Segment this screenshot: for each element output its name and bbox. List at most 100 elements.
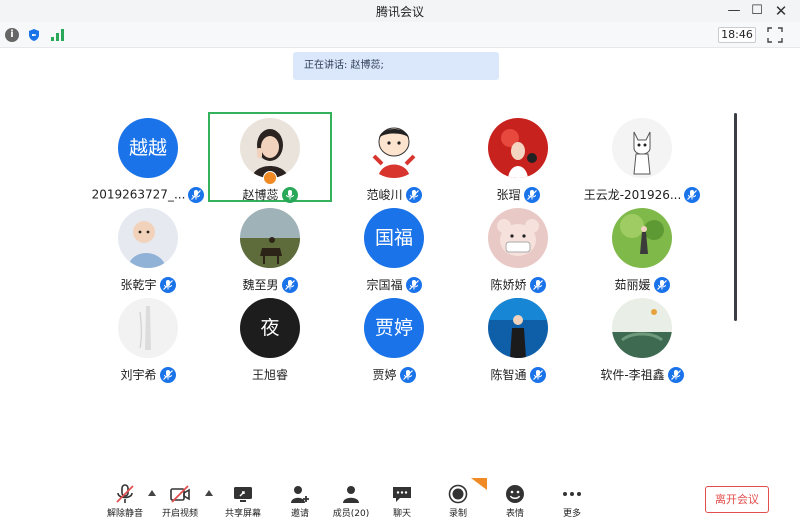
premium-tag-icon — [471, 478, 487, 490]
avatar: 夜 — [240, 298, 300, 358]
mic-muted-icon — [116, 484, 134, 503]
title-bar: 腾讯会议 — ☐ ✕ — [0, 0, 800, 22]
participant-tile[interactable]: 茹丽媛 — [580, 202, 704, 293]
mic-muted-icon — [529, 366, 546, 383]
mic-muted-icon — [188, 186, 205, 203]
participant-name: 陈娇娇 — [490, 278, 527, 292]
avatar — [488, 208, 548, 268]
emoji-icon — [506, 485, 524, 503]
participant-tile[interactable]: 软件-李祖鑫 — [580, 292, 704, 383]
participant-tile[interactable]: 贾婷 贾婷 — [332, 292, 456, 383]
mic-active-icon — [281, 186, 298, 203]
mic-muted-icon — [684, 186, 701, 203]
caret-up-icon[interactable] — [205, 490, 213, 496]
participant-name: 王旭睿 — [251, 368, 288, 382]
participant-tile[interactable]: 张瑁 — [456, 112, 580, 203]
invite-button[interactable]: 邀请 — [278, 477, 322, 521]
chat-button[interactable]: 聊天 — [380, 477, 424, 521]
avatar — [364, 118, 424, 178]
host-badge-icon — [263, 171, 277, 185]
participant-name: 宗国福 — [366, 278, 403, 292]
participant-tile-active-speaker[interactable]: 赵博蕊 — [208, 112, 332, 203]
start-video-label: 开启视频 — [161, 509, 198, 519]
mic-muted-icon — [529, 276, 546, 293]
meeting-clock: 18:46 — [718, 27, 756, 43]
reactions-label: 表情 — [505, 509, 524, 519]
participant-name: 魏至男 — [242, 278, 279, 292]
camera-off-icon — [170, 485, 190, 503]
participant-name: 王云龙-201926... — [583, 188, 682, 202]
close-icon[interactable]: ✕ — [770, 1, 792, 21]
avatar — [118, 208, 178, 268]
record-label: 录制 — [448, 509, 467, 519]
participant-tile[interactable]: 越越 2019263727_... — [86, 112, 210, 203]
reactions-button[interactable]: 表情 — [493, 477, 537, 521]
participant-name: 赵博蕊 — [242, 188, 279, 202]
avatar — [488, 118, 548, 178]
participant-tile[interactable]: 张乾宇 — [86, 202, 210, 293]
leave-meeting-button[interactable]: 离开会议 — [705, 486, 769, 513]
more-label: 更多 — [562, 509, 581, 519]
avatar: 国福 — [364, 208, 424, 268]
members-button[interactable]: 成员(20) — [329, 477, 373, 521]
meeting-toolbar: 解除静音 开启视频 共享屏幕 邀请 成员(20) 聊天 录制 表情 更多 — [0, 477, 800, 521]
invite-user-icon — [291, 486, 309, 503]
mic-muted-icon — [523, 186, 540, 203]
mic-muted-icon — [159, 276, 176, 293]
avatar — [612, 118, 672, 178]
participant-name: 贾婷 — [372, 368, 397, 382]
mic-muted-icon — [281, 276, 298, 293]
members-label: 成员(20) — [332, 509, 370, 519]
participant-tile[interactable]: 刘宇希 — [86, 292, 210, 383]
participant-name: 茹丽媛 — [614, 278, 651, 292]
share-screen-icon — [234, 487, 252, 502]
avatar — [240, 208, 300, 268]
participant-tile[interactable]: 范峻川 — [332, 112, 456, 203]
avatar — [488, 298, 548, 358]
fullscreen-icon[interactable] — [767, 27, 783, 43]
avatar — [240, 118, 300, 178]
participant-name: 刘宇希 — [120, 368, 157, 382]
avatar: 贾婷 — [364, 298, 424, 358]
mic-muted-icon — [405, 186, 422, 203]
participant-tile[interactable]: 陈智通 — [456, 292, 580, 383]
shield-icon[interactable] — [27, 28, 41, 42]
participant-name: 张乾宇 — [120, 278, 157, 292]
share-screen-label: 共享屏幕 — [224, 509, 261, 519]
participant-tile[interactable]: 魏至男 — [208, 202, 332, 293]
gallery-scrollbar[interactable] — [734, 113, 737, 321]
participant-tile[interactable]: 王云龙-201926... — [580, 112, 704, 203]
maximize-icon[interactable]: ☐ — [746, 1, 768, 21]
record-icon — [448, 484, 468, 504]
participant-name: 2019263727_... — [91, 187, 186, 202]
unmute-label: 解除静音 — [106, 509, 143, 519]
chat-label: 聊天 — [392, 509, 411, 519]
start-video-button[interactable]: 开启视频 — [158, 477, 202, 521]
share-screen-button[interactable]: 共享屏幕 — [221, 477, 265, 521]
more-button[interactable]: 更多 — [550, 477, 594, 521]
avatar — [118, 298, 178, 358]
mic-muted-icon — [159, 366, 176, 383]
invite-label: 邀请 — [290, 509, 309, 519]
avatar — [612, 208, 672, 268]
mic-muted-icon — [667, 366, 684, 383]
participant-name: 张瑁 — [496, 188, 521, 202]
participant-name: 陈智通 — [490, 368, 527, 382]
avatar: 越越 — [118, 118, 178, 178]
chat-icon — [393, 487, 411, 502]
signal-icon[interactable] — [50, 29, 66, 41]
avatar — [612, 298, 672, 358]
unmute-button[interactable]: 解除静音 — [103, 477, 147, 521]
window-title: 腾讯会议 — [375, 5, 424, 19]
participant-tile[interactable]: 夜 王旭睿 — [208, 292, 332, 382]
speaking-banner: 正在讲话: 赵博蕊; — [293, 52, 499, 80]
mic-muted-icon — [399, 366, 416, 383]
participant-tile[interactable]: 国福 宗国福 — [332, 202, 456, 293]
info-icon[interactable]: i — [5, 28, 19, 42]
participant-tile[interactable]: 陈娇娇 — [456, 202, 580, 293]
more-dots-icon — [563, 492, 581, 496]
participant-name: 范峻川 — [366, 188, 403, 202]
minimize-icon[interactable]: — — [723, 1, 745, 21]
caret-up-icon[interactable] — [148, 490, 156, 496]
meeting-info-bar: i 18:46 — [0, 22, 800, 48]
